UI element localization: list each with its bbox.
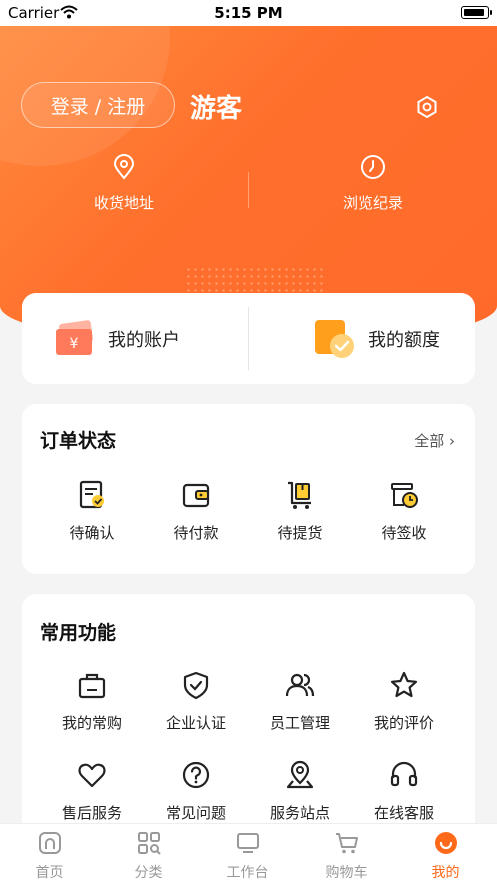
question-icon <box>182 761 210 789</box>
shipping-address-link[interactable]: 收货地址 <box>0 154 248 213</box>
status-bar: Carrier 5:15 PM <box>0 0 497 26</box>
order-status-title: 订单状态 <box>40 430 117 452</box>
location-pin-icon <box>113 154 135 180</box>
tab-home-label: 首页 <box>35 865 64 881</box>
order-pending-receipt[interactable]: 待签收 <box>352 480 456 543</box>
pickup-cart-icon <box>288 481 311 509</box>
browsing-history-link[interactable]: 浏览纪录 <box>249 154 497 213</box>
order-pending-receipt-label: 待签收 <box>381 524 427 542</box>
chevron-right-icon: › <box>449 432 455 450</box>
account-divider <box>248 307 249 370</box>
svg-text:¥: ¥ <box>70 336 79 352</box>
headset-icon <box>390 761 418 787</box>
func-faq-label: 常见问题 <box>165 804 226 822</box>
order-pending-confirm-label: 待确认 <box>69 524 115 542</box>
dot-pattern-decoration <box>185 266 325 296</box>
func-online-support-label: 在线客服 <box>373 804 434 822</box>
func-after-sales-label: 售后服务 <box>61 804 122 822</box>
tab-workbench-label: 工作台 <box>226 865 269 881</box>
func-my-frequent[interactable]: 我的常购 <box>40 670 144 733</box>
bottom-tab-bar: 首页 分类 工作台 购物车 我的 <box>0 823 497 883</box>
func-service-station[interactable]: 服务站点 <box>248 760 352 823</box>
star-icon <box>390 671 418 698</box>
heart-icon <box>78 763 106 788</box>
common-functions-title: 常用功能 <box>40 622 117 644</box>
settings-icon[interactable] <box>415 95 439 119</box>
browsing-history-label: 浏览纪录 <box>342 194 403 212</box>
shopping-bag-icon <box>78 673 106 699</box>
username: 游客 <box>190 94 243 124</box>
tab-mine[interactable]: 我的 <box>396 830 495 882</box>
func-my-reviews[interactable]: 我的评价 <box>352 670 456 733</box>
tab-cart-label: 购物车 <box>325 865 368 881</box>
category-icon <box>137 832 161 855</box>
my-account-button[interactable]: ¥ 我的账户 <box>54 293 180 384</box>
order-pending-pickup-label: 待提货 <box>277 524 323 542</box>
order-pending-pickup[interactable]: 待提货 <box>248 480 352 543</box>
battery-fill <box>463 8 484 16</box>
order-pending-payment-label: 待付款 <box>173 524 219 542</box>
order-pending-payment[interactable]: 待付款 <box>144 480 248 543</box>
func-enterprise-cert-label: 企业认证 <box>165 714 226 732</box>
credit-quota-icon <box>315 319 354 358</box>
clock-icon <box>361 155 385 179</box>
cart-icon <box>335 833 358 854</box>
profile-icon <box>434 832 457 854</box>
clock-time: 5:15 PM <box>214 4 283 22</box>
pending-confirm-icon <box>79 480 104 509</box>
func-staff-mgmt[interactable]: 员工管理 <box>248 670 352 733</box>
map-pin-icon <box>286 760 314 789</box>
monitor-icon <box>236 833 259 853</box>
func-my-reviews-label: 我的评价 <box>373 714 434 732</box>
func-after-sales[interactable]: 售后服务 <box>40 760 144 823</box>
my-account-label: 我的账户 <box>108 329 180 351</box>
view-all-orders-link[interactable]: 全部 › <box>414 430 455 451</box>
wallet-icon <box>182 483 210 508</box>
common-functions-card: 常用功能 我的常购 企业认证 员工管理 我的评价 售后服务 常见问题 服务站点 … <box>22 594 475 854</box>
wallet-card-icon: ¥ <box>56 319 93 355</box>
order-pending-confirm[interactable]: 待确认 <box>40 480 144 543</box>
func-my-frequent-label: 我的常购 <box>61 714 122 732</box>
users-icon <box>285 673 315 697</box>
tab-home[interactable]: 首页 <box>0 830 99 882</box>
view-all-label: 全部 <box>414 432 445 450</box>
tab-cart[interactable]: 购物车 <box>297 830 396 882</box>
func-enterprise-cert[interactable]: 企业认证 <box>144 670 248 733</box>
tab-category-label: 分类 <box>134 865 163 881</box>
tab-mine-label: 我的 <box>431 865 460 881</box>
func-service-station-label: 服务站点 <box>269 804 330 822</box>
battery-icon <box>461 6 492 19</box>
tab-category[interactable]: 分类 <box>99 830 198 882</box>
my-quota-label: 我的额度 <box>368 329 440 351</box>
login-register-button[interactable]: 登录 / 注册 <box>21 82 175 128</box>
shipping-address-label: 收货地址 <box>93 194 154 212</box>
my-quota-button[interactable]: 我的额度 <box>314 293 440 384</box>
account-card: ¥ 我的账户 我的额度 <box>22 293 475 384</box>
func-faq[interactable]: 常见问题 <box>144 760 248 823</box>
home-icon <box>38 832 61 854</box>
sign-receipt-icon <box>391 483 418 508</box>
func-online-support[interactable]: 在线客服 <box>352 760 456 823</box>
tab-workbench[interactable]: 工作台 <box>198 830 297 882</box>
order-status-card: 订单状态 全部 › 待确认 待付款 待提货 待签收 <box>22 404 475 574</box>
shield-check-icon <box>183 671 209 700</box>
func-staff-mgmt-label: 员工管理 <box>269 714 330 732</box>
